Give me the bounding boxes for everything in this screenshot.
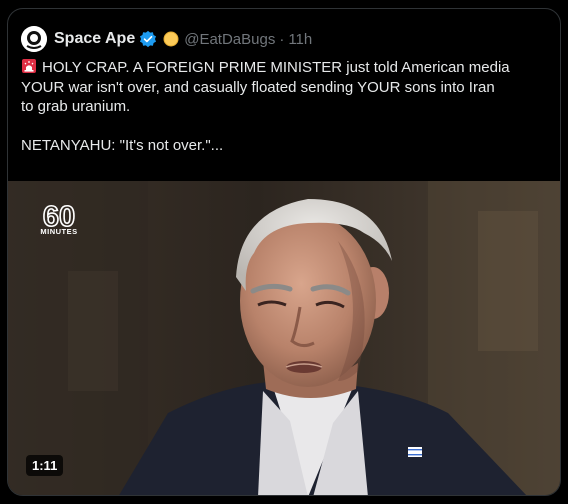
- logo-word: MINUTES: [40, 227, 77, 235]
- tweet-text: HOLY CRAP. A FOREIGN PRIME MINISTER just…: [21, 58, 551, 155]
- 60-minutes-logo: 60 MINUTES: [40, 201, 77, 235]
- tweet-text-line: YOUR war isn't over, and casually floate…: [21, 78, 495, 96]
- tweet-text-line: NETANYAHU: "It's not over."...: [21, 136, 224, 154]
- video-duration-badge: 1:11: [26, 455, 64, 476]
- separator: ·: [279, 30, 285, 48]
- tweet-text-line: to grab uranium.: [21, 98, 131, 115]
- tweet-card[interactable]: Space Ape @EatDaBugs · 11h HOLY CRAP. A …: [7, 8, 561, 496]
- timestamp[interactable]: 11h: [288, 31, 312, 48]
- tweet-line-1: HOLY CRAP. A FOREIGN PRIME MINISTER just…: [21, 58, 551, 78]
- avatar[interactable]: [21, 26, 47, 52]
- video-frame: [8, 181, 560, 495]
- yellow-circle-icon: [163, 31, 179, 47]
- tweet-text-line: HOLY CRAP. A FOREIGN PRIME MINISTER just…: [42, 59, 510, 76]
- siren-icon: [22, 59, 36, 73]
- tweet-header: Space Ape @EatDaBugs · 11h: [21, 25, 312, 53]
- handle[interactable]: @EatDaBugs: [184, 31, 275, 48]
- video-player[interactable]: 60 MINUTES 1:11: [8, 181, 560, 495]
- display-name[interactable]: Space Ape: [54, 30, 135, 48]
- verified-badge-icon: [140, 30, 157, 48]
